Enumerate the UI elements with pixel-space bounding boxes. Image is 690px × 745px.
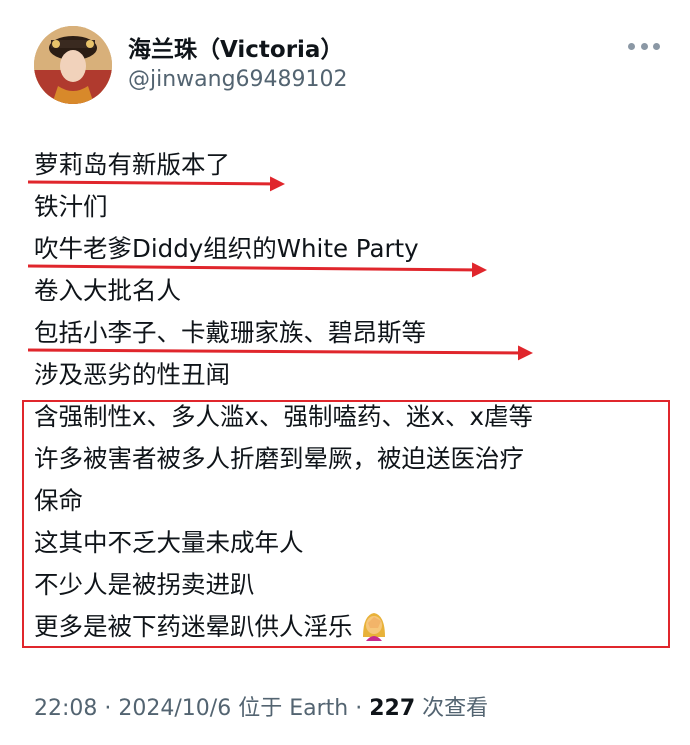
tweet-line: 包括小李子、卡戴珊家族、碧昂斯等 [34, 318, 426, 347]
tweet-line: 萝莉岛有新版本了 [34, 150, 230, 179]
user-handle[interactable]: @jinwang69489102 [128, 67, 348, 92]
dot [653, 42, 660, 50]
tweet-line: 不少人是被拐卖进趴 [34, 570, 255, 599]
tweet-location: 位于 Earth [238, 696, 349, 721]
tweet-line: 保命 [34, 486, 83, 515]
display-name[interactable]: 海兰珠（Victoria） [128, 30, 343, 64]
tweet-line: 更多是被下药迷晕趴供人淫乐 [34, 606, 674, 648]
tweet-header: 海兰珠（Victoria） @jinwang69489102 [0, 0, 690, 120]
meta-separator: · [355, 696, 370, 721]
tweet-line: 铁汁们 [34, 192, 108, 221]
tweet-meta: 22:08 · 2024/10/6 位于 Earth · 227 次查看 [34, 690, 488, 722]
tweet-line: 涉及恶劣的性丑闻 [34, 360, 230, 389]
tweet-date[interactable]: 2024/10/6 [118, 696, 231, 721]
more-dots-icon[interactable] [628, 36, 660, 56]
tweet-line: 这其中不乏大量未成年人 [34, 528, 304, 557]
tweet-line: 卷入大批名人 [34, 276, 181, 305]
tweet-text: 萝莉岛有新版本了 铁汁们 吹牛老爹Diddy组织的White Party 卷入大… [34, 144, 674, 648]
tweet-line: 含强制性x、多人滥x、强制嗑药、迷x、x虐等 [34, 402, 533, 431]
view-count-label: 次查看 [422, 696, 489, 721]
meta-separator: · [104, 696, 119, 721]
view-count: 227 [369, 696, 416, 721]
facepalm-woman-icon [362, 613, 385, 641]
avatar-portrait [34, 26, 112, 104]
tweet-line: 许多被害者被多人折磨到晕厥，被迫送医治疗 [34, 444, 524, 473]
tweet-time[interactable]: 22:08 [34, 696, 97, 721]
avatar[interactable] [34, 26, 112, 104]
dot [640, 42, 648, 50]
dot [628, 42, 635, 50]
tweet-line: 吹牛老爹Diddy组织的White Party [34, 234, 419, 263]
